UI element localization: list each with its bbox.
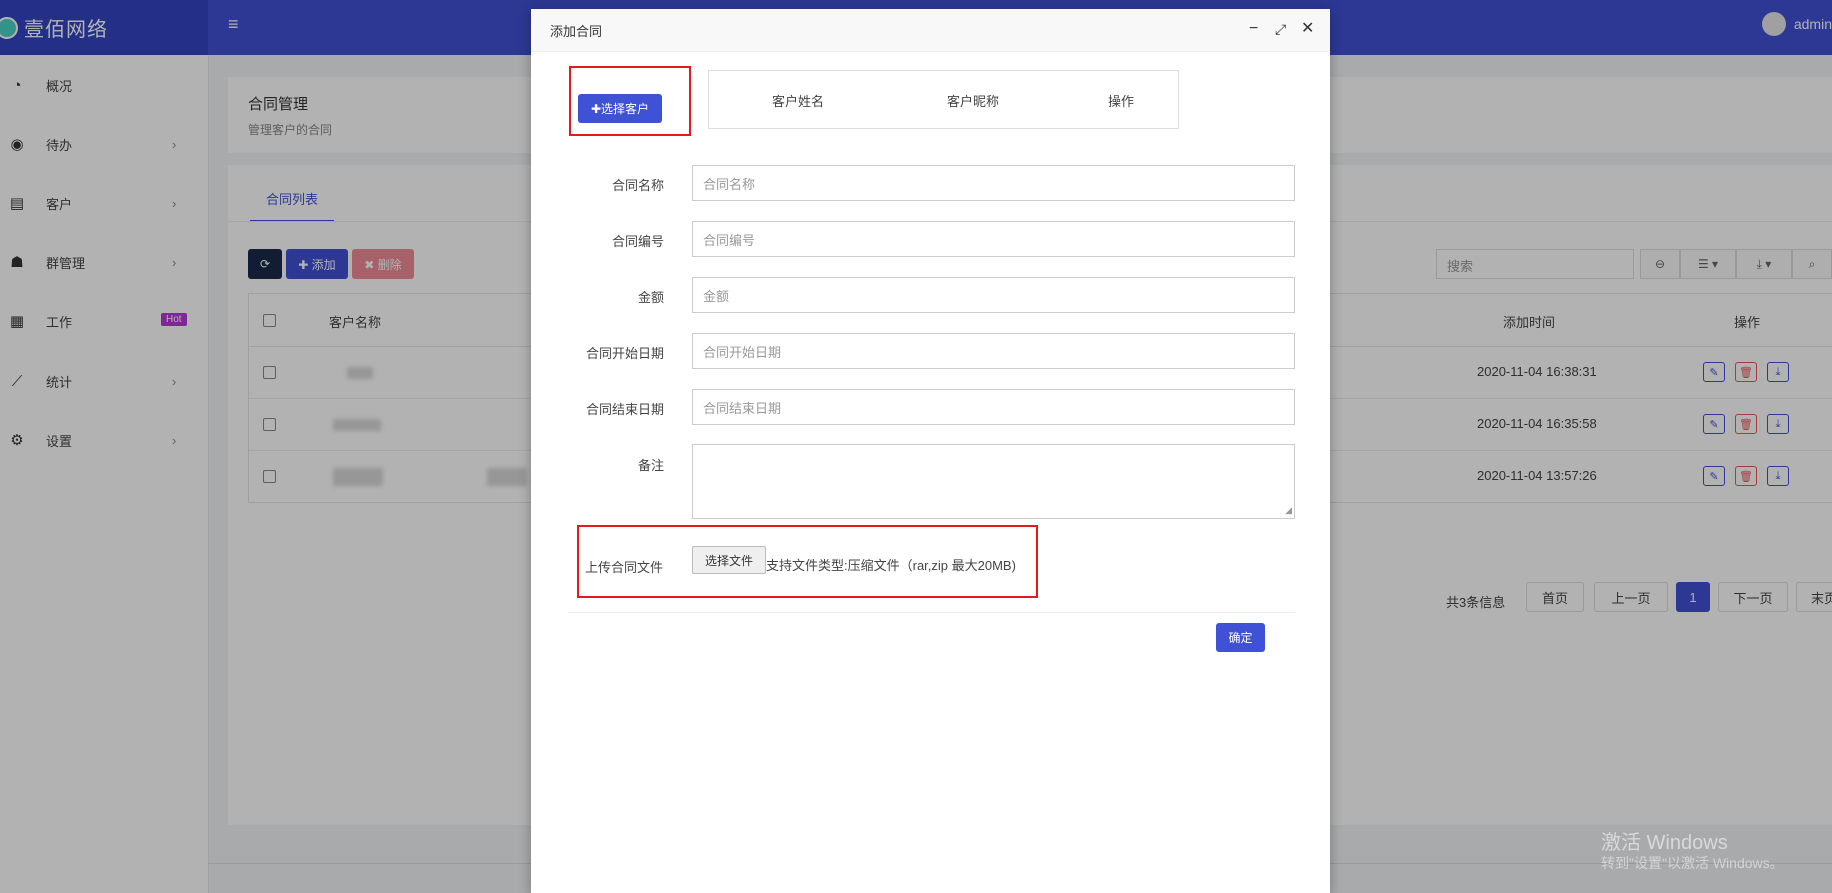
- column-header: 客户姓名: [772, 94, 825, 109]
- minimize-icon[interactable]: −: [1249, 19, 1258, 39]
- windows-watermark-subtext: 转到"设置"以激活 Windows。: [1601, 855, 1784, 871]
- windows-watermark: 激活 Windows: [1601, 832, 1728, 854]
- remark-label: 备注: [637, 458, 664, 473]
- close-icon[interactable]: ✕: [1301, 19, 1314, 39]
- maximize-icon[interactable]: ⤢: [1275, 19, 1286, 39]
- dialog-header: 添加合同 − ⤢ ✕: [531, 9, 1330, 52]
- select-customer-button[interactable]: ✚选择客户: [578, 94, 662, 123]
- column-header: 操作: [1108, 94, 1135, 109]
- customer-table: 客户姓名 客户昵称 操作: [708, 70, 1179, 129]
- start-date-label: 合同开始日期: [585, 346, 664, 361]
- amount-input[interactable]: 金额: [692, 277, 1295, 313]
- dialog-title: 添加合同: [550, 24, 603, 39]
- confirm-button[interactable]: 确定: [1216, 623, 1265, 652]
- remark-textarea[interactable]: ◢: [692, 444, 1295, 519]
- choose-file-button[interactable]: 选择文件: [692, 546, 766, 574]
- contract-name-label: 合同名称: [611, 178, 664, 193]
- contract-number-input[interactable]: 合同编号: [692, 221, 1295, 257]
- end-date-input[interactable]: 合同结束日期: [692, 389, 1295, 425]
- resize-handle-icon[interactable]: ◢: [1285, 505, 1292, 516]
- column-header: 客户昵称: [947, 94, 1000, 109]
- upload-label: 上传合同文件: [585, 560, 664, 575]
- end-date-label: 合同结束日期: [585, 402, 664, 417]
- file-hint: 支持文件类型:压缩文件（rar,zip 最大20MB): [766, 558, 1016, 573]
- form-divider: [568, 612, 1295, 613]
- start-date-input[interactable]: 合同开始日期: [692, 333, 1295, 369]
- add-contract-dialog: 添加合同 − ⤢ ✕ ✚选择客户 客户姓名 客户昵称 操作 合同名称 合同名称 …: [531, 9, 1330, 893]
- amount-label: 金额: [637, 290, 664, 305]
- contract-number-label: 合同编号: [611, 234, 664, 249]
- contract-name-input[interactable]: 合同名称: [692, 165, 1295, 201]
